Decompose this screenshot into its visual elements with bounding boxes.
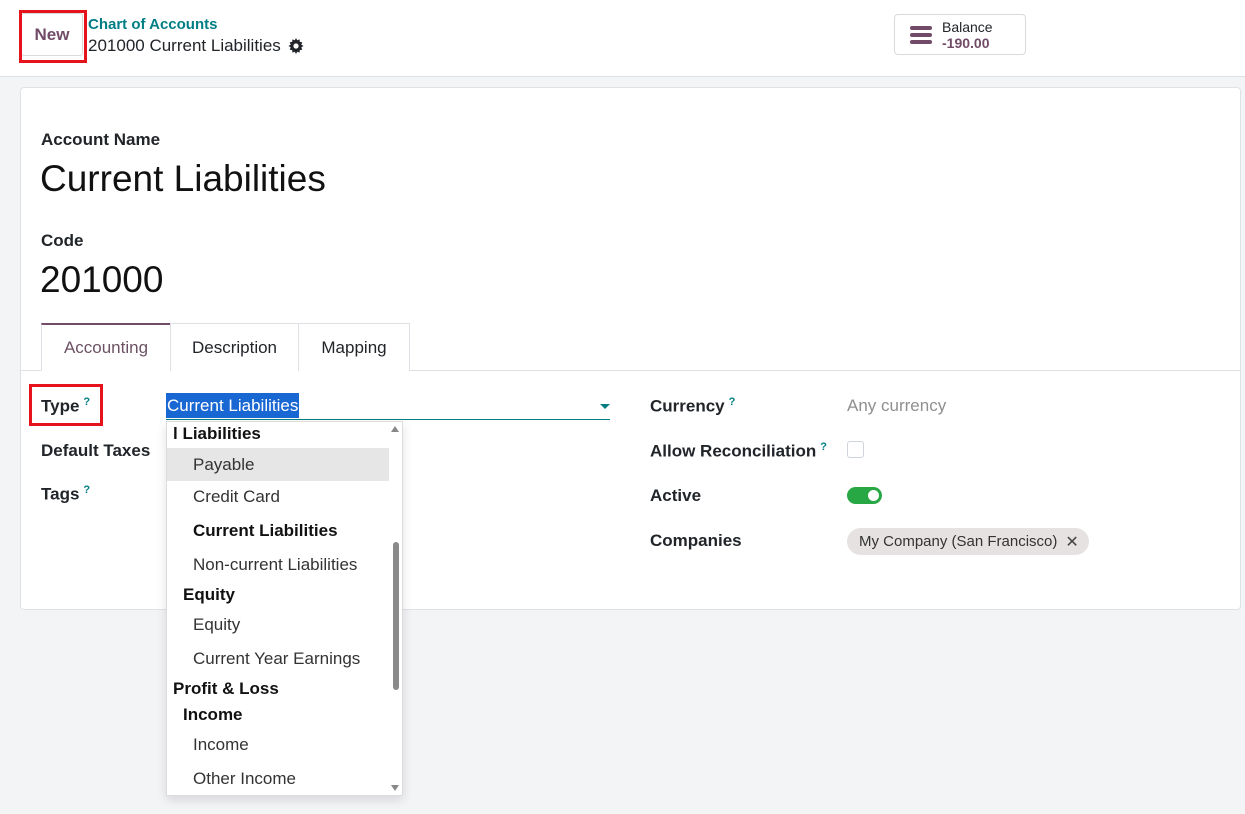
close-icon[interactable]: ✕ <box>1065 532 1078 552</box>
dropdown-option-credit-card[interactable]: Credit Card <box>167 483 389 515</box>
dropdown-subgroup-equity: Equity <box>183 585 235 604</box>
scrollbar-thumb[interactable] <box>393 542 399 690</box>
account-name-field[interactable]: Current Liabilities <box>40 158 326 200</box>
balance-label: Balance <box>942 19 993 35</box>
type-help-icon[interactable]: ? <box>83 396 90 408</box>
dropdown-subgroup-income: Income <box>183 705 243 724</box>
scroll-down-arrow-icon[interactable] <box>391 785 399 791</box>
allow-reconciliation-label: Allow Reconciliation? <box>650 441 827 462</box>
dropdown-group-liabilities: l Liabilities <box>173 424 261 443</box>
dropdown-option-current-year-earnings[interactable]: Current Year Earnings <box>167 645 389 677</box>
type-dropdown-menu: l Liabilities Payable Credit Card Curren… <box>166 421 403 796</box>
active-label: Active <box>650 486 702 505</box>
toggle-knob <box>868 490 879 501</box>
code-field[interactable]: 201000 <box>40 259 163 301</box>
dropdown-option-other-income[interactable]: Other Income <box>167 765 389 795</box>
list-icon <box>910 26 932 44</box>
dropdown-option-income[interactable]: Income <box>167 731 389 763</box>
currency-help-icon[interactable]: ? <box>729 396 736 408</box>
currency-label: Currency? <box>650 396 735 417</box>
type-label-text: Type <box>41 396 80 416</box>
balance-smart-button[interactable]: Balance -190.00 <box>894 14 1026 55</box>
balance-value: -190.00 <box>942 35 990 51</box>
dropdown-option-non-current-liabilities[interactable]: Non-current Liabilities <box>167 551 389 583</box>
default-taxes-label: Default Taxes <box>41 441 151 460</box>
reconciliation-help-icon[interactable]: ? <box>820 441 827 453</box>
scroll-up-arrow-icon[interactable] <box>391 426 399 432</box>
company-tag-label: My Company (San Francisco) <box>859 533 1058 550</box>
type-selected-text: Current Liabilities <box>166 393 300 418</box>
currency-input[interactable]: Any currency <box>847 396 946 416</box>
account-name-label: Account Name <box>41 130 161 149</box>
allow-reconciliation-label-text: Allow Reconciliation <box>650 441 817 461</box>
dropdown-option-payable[interactable]: Payable <box>167 448 389 481</box>
dropdown-scrollbar[interactable] <box>390 422 402 795</box>
allow-reconciliation-checkbox[interactable] <box>847 441 864 458</box>
dropdown-option-equity[interactable]: Equity <box>167 611 389 643</box>
type-select-input[interactable]: Current Liabilities <box>166 393 610 420</box>
companies-label: Companies <box>650 531 742 550</box>
tab-accounting[interactable]: Accounting <box>41 323 171 371</box>
dropdown-option-current-liabilities[interactable]: Current Liabilities <box>167 517 389 549</box>
tab-mapping[interactable]: Mapping <box>298 323 410 371</box>
gear-icon[interactable] <box>288 38 304 54</box>
dropdown-group-profit-loss: Profit & Loss <box>173 679 279 698</box>
code-label: Code <box>41 231 84 250</box>
tags-label-text: Tags <box>41 484 80 504</box>
company-tag: My Company (San Francisco) ✕ <box>847 528 1089 555</box>
new-button[interactable]: New <box>21 13 83 56</box>
caret-down-icon[interactable] <box>600 404 610 409</box>
type-label: Type? <box>41 396 90 417</box>
breadcrumb-chart-of-accounts[interactable]: Chart of Accounts <box>88 16 217 33</box>
tags-help-icon[interactable]: ? <box>83 484 90 496</box>
currency-label-text: Currency <box>650 396 725 416</box>
tags-label: Tags? <box>41 484 90 505</box>
tab-description[interactable]: Description <box>170 323 299 371</box>
breadcrumb-current-label: 201000 Current Liabilities <box>88 36 281 55</box>
breadcrumb-current: 201000 Current Liabilities <box>88 36 304 56</box>
active-toggle[interactable] <box>847 487 882 504</box>
